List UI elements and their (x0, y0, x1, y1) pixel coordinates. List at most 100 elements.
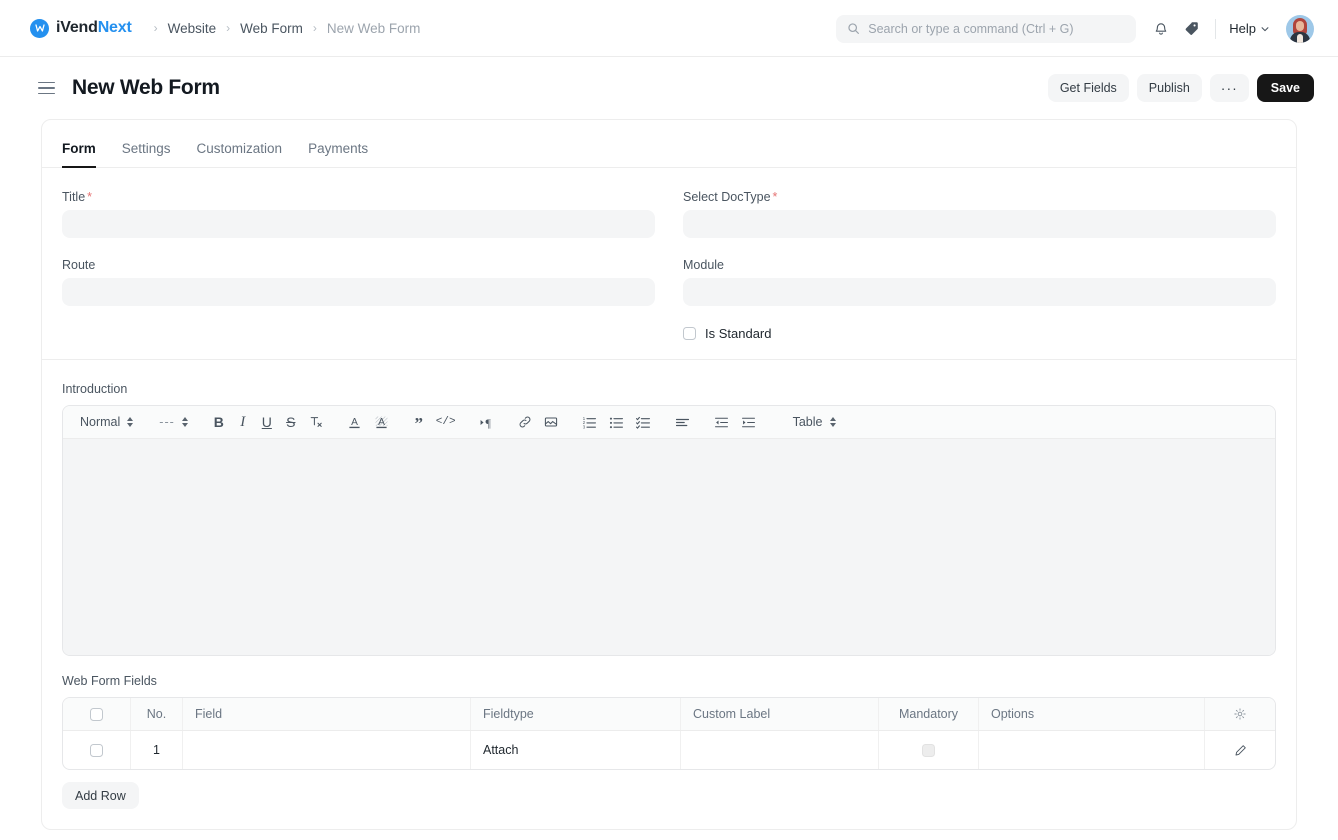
table-row[interactable]: 1 Attach (63, 731, 1275, 769)
brand-text: iVendNext (56, 19, 132, 37)
page-actions: Get Fields Publish ··· Save (1047, 74, 1314, 102)
right-column: Select DocType * Module Is Standard (683, 190, 1276, 341)
row-field-value[interactable] (183, 731, 471, 769)
save-button[interactable]: Save (1256, 74, 1314, 102)
row-options-value[interactable] (979, 731, 1205, 769)
avatar[interactable] (1286, 14, 1314, 43)
avatar-face (1296, 20, 1304, 31)
image-icon[interactable] (538, 410, 564, 434)
required-marker: * (87, 190, 93, 204)
title-input[interactable] (62, 210, 655, 238)
align-icon[interactable] (669, 410, 696, 434)
row-edit-button[interactable] (1205, 731, 1275, 769)
column-header-options: Options (979, 698, 1205, 730)
row-number: 1 (131, 731, 183, 769)
paragraph-style-select[interactable]: Normal (73, 415, 140, 429)
sidebar-toggle-icon[interactable] (38, 81, 55, 95)
route-input[interactable] (62, 278, 655, 306)
brand-logo[interactable]: iVendNext (30, 18, 132, 38)
clear-formatting-icon[interactable] (303, 410, 329, 434)
chevron-updown-icon (181, 417, 188, 427)
underline-icon[interactable]: U (255, 410, 279, 434)
search-box[interactable] (836, 14, 1137, 43)
form-card: Form Settings Customization Payments Tit… (41, 119, 1297, 830)
title-label: Title * (62, 190, 93, 204)
select-all-header (63, 698, 131, 730)
code-block-icon[interactable]: </> (431, 410, 461, 434)
navbar-right-group: Help (836, 0, 1314, 57)
row-fieldtype-value[interactable]: Attach (471, 731, 681, 769)
is-standard-checkbox[interactable] (683, 327, 696, 340)
help-label: Help (1229, 21, 1256, 36)
svg-text:A: A (351, 417, 358, 428)
introduction-label: Introduction (62, 382, 128, 396)
background-color-icon[interactable]: A (368, 410, 395, 434)
add-row-button[interactable]: Add Row (62, 782, 139, 809)
navbar-divider (1215, 18, 1217, 39)
chevron-updown-icon (127, 417, 134, 427)
breadcrumb-item-web-form[interactable]: Web Form (240, 21, 303, 36)
grid-settings-button[interactable] (1205, 698, 1275, 730)
column-header-fieldtype: Fieldtype (471, 698, 681, 730)
svg-text:A: A (378, 417, 385, 428)
select-doctype-label: Select DocType * (683, 190, 778, 204)
breadcrumb-separator: › (153, 21, 158, 35)
editor-toolbar: Normal --- B I U S A A ” </> ¶ 1 2 3 Tab… (63, 406, 1275, 439)
bullet-list-icon[interactable] (603, 410, 630, 434)
select-all-checkbox[interactable] (90, 707, 103, 721)
route-label: Route (62, 258, 96, 272)
is-standard-label: Is Standard (705, 326, 772, 341)
basic-fields-section: Title * Route Select DocType * Module Is… (42, 168, 1296, 360)
row-mandatory-checkbox[interactable] (922, 743, 935, 757)
tab-customization[interactable]: Customization (197, 141, 283, 168)
brand-mark-icon (30, 18, 49, 38)
strikethrough-icon[interactable]: S (279, 410, 303, 434)
search-icon (847, 22, 860, 35)
bold-icon[interactable]: B (207, 410, 231, 434)
row-custom-label-value[interactable] (681, 731, 879, 769)
gear-icon (1233, 707, 1247, 721)
tab-bar: Form Settings Customization Payments (42, 120, 1296, 168)
route-field-group: Route (62, 258, 655, 306)
indent-icon[interactable] (735, 410, 762, 434)
breadcrumb-item-new-web-form: New Web Form (326, 20, 421, 36)
font-color-icon[interactable]: A (341, 410, 368, 434)
italic-icon[interactable]: I (231, 410, 255, 434)
check-list-icon[interactable] (630, 410, 657, 434)
brand-suffix: Next (97, 19, 132, 36)
text-direction-icon[interactable]: ¶ (473, 410, 500, 434)
left-column: Title * Route (62, 190, 655, 341)
notifications-icon[interactable] (1146, 14, 1176, 44)
column-header-field: Field (183, 698, 471, 730)
tag-icon[interactable] (1176, 14, 1206, 44)
introduction-editor-body[interactable] (63, 439, 1275, 655)
paragraph-style-value: Normal (80, 415, 121, 429)
page-title: New Web Form (72, 76, 220, 99)
column-header-no: No. (131, 698, 183, 730)
breadcrumb: › Website › Web Form › New Web Form (154, 21, 421, 36)
tab-settings[interactable]: Settings (122, 141, 171, 168)
svg-text:3: 3 (582, 424, 585, 429)
web-form-fields-table: No. Field Fieldtype Custom Label Mandato… (62, 697, 1276, 770)
blockquote-icon[interactable]: ” (407, 410, 431, 434)
search-input[interactable] (868, 21, 1126, 36)
publish-button[interactable]: Publish (1136, 74, 1202, 102)
module-input[interactable] (683, 278, 1276, 306)
more-options-button[interactable]: ··· (1209, 74, 1249, 102)
module-field-group: Module (683, 258, 1276, 306)
link-icon[interactable] (512, 410, 538, 434)
table-select[interactable]: Table (786, 415, 843, 429)
tab-payments[interactable]: Payments (308, 141, 368, 168)
help-menu[interactable]: Help (1225, 21, 1274, 36)
select-doctype-input[interactable] (683, 210, 1276, 238)
ordered-list-icon[interactable]: 123 (576, 410, 603, 434)
outdent-icon[interactable] (708, 410, 735, 434)
add-row-wrapper: Add Row (62, 770, 1276, 811)
brand-prefix: iVend (56, 19, 98, 36)
get-fields-button[interactable]: Get Fields (1047, 74, 1129, 102)
module-label: Module (683, 258, 724, 272)
breadcrumb-item-website[interactable]: Website (168, 21, 217, 36)
tab-form[interactable]: Form (62, 141, 96, 168)
heading-select[interactable]: --- (152, 415, 195, 429)
row-select-checkbox[interactable] (90, 743, 103, 757)
